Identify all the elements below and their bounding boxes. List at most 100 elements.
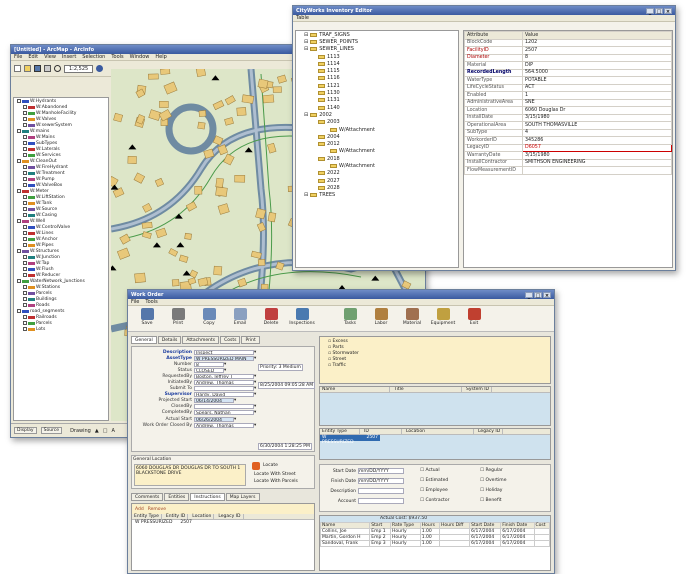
dropdown-icon[interactable]: ▾ [254, 392, 256, 397]
close-icon[interactable]: × [543, 291, 551, 299]
inventory-tree[interactable]: ⊟ TRAF_SIGNS ⊟ SEWER_POINTS ⊟ SEWER_LINES 1113… [295, 30, 459, 268]
print-button[interactable]: Print [165, 308, 191, 329]
tree-node[interactable]: 2004 [296, 133, 458, 140]
layer-checkbox[interactable] [23, 243, 27, 247]
layer-checkbox[interactable] [23, 315, 27, 319]
field-value[interactable]: 06/14/2004 [194, 398, 234, 404]
tree-node[interactable]: 1131 [296, 97, 458, 104]
drawing-menu[interactable]: Drawing [70, 428, 91, 434]
schedule-value[interactable]: mm/DD/YYYY [358, 468, 404, 474]
col-system-id[interactable]: System ID [464, 387, 493, 392]
tab-attachments[interactable]: Attachments [182, 336, 220, 344]
field-value[interactable]: 06/26/2004 [194, 416, 234, 422]
layer-checkbox[interactable] [23, 285, 27, 289]
menu-tools[interactable]: Tools [111, 54, 123, 60]
work-order-title-bar[interactable]: Work Order _ □ × [128, 290, 554, 299]
attribute-value[interactable]: 3/15/1980 [522, 151, 672, 160]
layer-checkbox[interactable] [17, 249, 21, 253]
layer-checkbox[interactable] [23, 201, 27, 205]
field-value[interactable]: 8 [194, 361, 224, 367]
rate-type-checkbox[interactable]: ☐ Benefit [480, 498, 502, 503]
field-value[interactable]: Spears, Nathan [194, 410, 254, 416]
attribute-row[interactable]: OperationalArea SOUTH THOMASVILLE [464, 121, 672, 130]
dropdown-icon[interactable]: ▾ [254, 423, 256, 428]
attribute-row[interactable]: LifeCycleStatus ACT [464, 83, 672, 92]
tab-display[interactable]: Display [14, 427, 37, 434]
print-icon[interactable] [44, 65, 51, 72]
attribute-row[interactable]: Diameter 8 [464, 53, 672, 62]
exit-button[interactable]: Exit [461, 308, 487, 329]
tree-node[interactable]: ⊟ SEWER_POINTS [296, 38, 458, 45]
layer-checkbox[interactable] [23, 195, 27, 199]
layer-checkbox[interactable] [23, 297, 27, 301]
attribute-value[interactable]: SOUTH THOMASVILLE [522, 121, 672, 130]
col-entity-id[interactable]: Entity ID [164, 514, 189, 519]
layer-checkbox[interactable] [17, 99, 21, 103]
layer-checkbox[interactable] [23, 135, 27, 139]
menu-help[interactable]: Help [155, 54, 166, 60]
tree-node[interactable]: 2027 [296, 177, 458, 184]
tab-general[interactable]: General [131, 336, 157, 344]
rectangle-icon[interactable]: □ [103, 428, 108, 434]
locate-with-parcels-radio[interactable]: Locate With Parcels [254, 479, 298, 484]
attribute-row[interactable]: WarrantyDate 3/15/1980 [464, 151, 672, 160]
tree-node[interactable]: 1114 [296, 60, 458, 67]
layer-checkbox[interactable] [23, 123, 27, 127]
building-footprint[interactable] [160, 69, 171, 75]
layer-checkbox[interactable] [23, 171, 27, 175]
tree-node[interactable]: 1113 [296, 53, 458, 60]
menu-file[interactable]: File [14, 54, 22, 60]
identify-icon[interactable] [96, 65, 104, 72]
layer-checkbox[interactable] [23, 291, 27, 295]
building-footprint[interactable] [194, 185, 203, 195]
attribute-value[interactable]: 4 [522, 128, 672, 137]
menu-file[interactable]: File [131, 299, 139, 305]
building-footprint[interactable] [215, 186, 228, 197]
tab-map-layers[interactable]: Map Layers [225, 493, 260, 501]
layer-checkbox[interactable] [23, 207, 27, 211]
field-value[interactable]: Andrew, Thomas [194, 380, 254, 386]
tree-node[interactable]: W/Attachment [296, 126, 458, 133]
building-footprint[interactable] [272, 86, 282, 93]
building-footprint[interactable] [159, 100, 169, 108]
save-icon[interactable] [34, 65, 41, 72]
attribute-value[interactable]: 1 [522, 91, 672, 100]
expand-icon[interactable]: ⊟ [304, 32, 308, 38]
new-icon[interactable] [14, 65, 21, 72]
attribute-row[interactable]: WaterType POTABLE [464, 76, 672, 85]
attribute-value[interactable]: 564.5000 [522, 68, 672, 77]
expand-icon[interactable]: ⊟ [304, 46, 308, 52]
priority-select[interactable]: Priority: 3 Medium [258, 364, 303, 371]
equipment-button[interactable]: Equipment [430, 308, 456, 329]
attribute-row[interactable]: SubType 4 [464, 128, 672, 137]
dropdown-icon[interactable]: ▾ [254, 356, 256, 361]
col-attribute[interactable]: Attribute [464, 31, 523, 40]
attribute-value[interactable]: 1202 [522, 38, 672, 47]
building-footprint[interactable] [255, 208, 267, 220]
tab-instructions[interactable]: Instructions [190, 493, 225, 501]
field-value[interactable]: CLOSED [194, 367, 224, 373]
layer-checkbox[interactable] [23, 327, 27, 331]
building-footprint[interactable] [257, 259, 266, 266]
field-value[interactable] [194, 404, 254, 410]
menu-selection[interactable]: Selection [82, 54, 105, 60]
building-footprint[interactable] [134, 272, 146, 284]
dropdown-icon[interactable]: ▾ [254, 386, 256, 391]
col-entity-type[interactable]: Entity Type [320, 429, 360, 434]
col-legacy-id[interactable]: Legacy ID [216, 514, 244, 519]
labor-button[interactable]: Labor [368, 308, 394, 329]
tree-node[interactable]: ⊟ SEWER_LINES [296, 46, 458, 53]
task-tree[interactable]: ▫ Excess ▫ Parts ▫ Stormwater ▫ Street ▫ Tra… [320, 337, 550, 383]
field-value[interactable]: Inspect [194, 349, 254, 355]
delete-button[interactable]: Delete [258, 308, 284, 329]
select-arrow-icon[interactable]: ▲ [95, 428, 99, 434]
layer-checkbox[interactable] [23, 105, 27, 109]
building-footprint[interactable] [195, 69, 207, 78]
entity-grid-row[interactable]: W PRESSURIZED 2507 [320, 435, 380, 445]
field-value[interactable]: Andrew, Thomas [194, 422, 254, 428]
building-footprint[interactable] [127, 156, 137, 164]
dropdown-icon[interactable]: ▾ [224, 362, 226, 367]
building-footprint[interactable] [267, 212, 277, 223]
layer-checkbox[interactable] [23, 183, 27, 187]
tree-node[interactable]: 2022 [296, 170, 458, 177]
